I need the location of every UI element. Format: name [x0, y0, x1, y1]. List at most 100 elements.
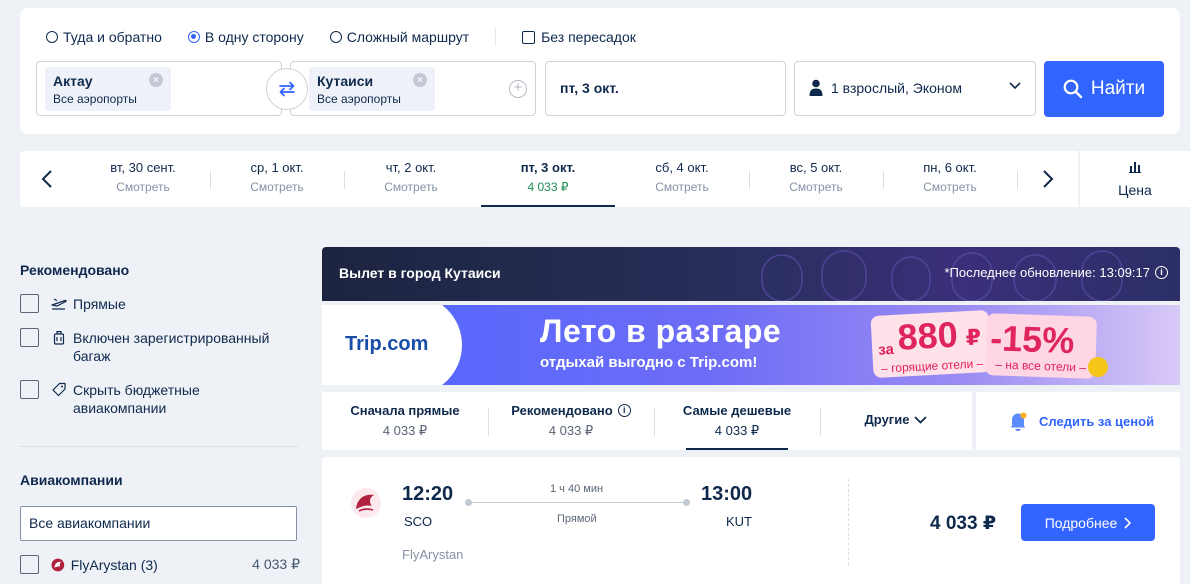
departure-time: 12:20 [402, 483, 454, 505]
chevron-left-icon [41, 170, 52, 188]
date-option-selected[interactable]: пт, 3 окт. 4 033 ₽ [481, 151, 615, 207]
sort-recommended[interactable]: Рекомендовано i 4 033 ₽ [488, 392, 654, 450]
filters-sidebar: Рекомендовано Прямые Включен зарегистрир… [20, 262, 300, 574]
date-value: пт, 3 окт. [560, 80, 619, 96]
swap-cities-button[interactable] [266, 68, 308, 110]
flight-duration: 1 ч 40 мин [550, 483, 604, 495]
destination-airports: Все аэропорты [317, 92, 401, 106]
swap-icon [279, 81, 295, 97]
date-field[interactable]: пт, 3 окт. [545, 61, 786, 116]
prev-dates-button[interactable] [34, 165, 60, 193]
checkbox-icon [20, 555, 39, 574]
airline-option[interactable]: FlyArystan (3) 4 033 ₽ [20, 555, 300, 574]
search-panel: Туда и обратно В одну сторону Сложный ма… [20, 8, 1180, 134]
route-line [468, 502, 686, 503]
trip-type-multicity[interactable]: Сложный маршрут [329, 29, 469, 45]
last-update: *Последнее обновление: 13:09:17 i [944, 265, 1168, 280]
filter-hide-budget[interactable]: Скрыть бюджетные авиакомпании [20, 380, 300, 417]
person-icon [809, 79, 823, 96]
flight-price: 4 033 ₽ [930, 513, 997, 534]
trip-type-round[interactable]: Туда и обратно [46, 29, 162, 45]
clear-origin-icon[interactable]: ✕ [148, 73, 163, 87]
radio-icon [329, 31, 342, 43]
checkbox-icon [20, 380, 39, 399]
sort-cheapest[interactable]: Самые дешевые 4 033 ₽ [654, 392, 820, 450]
flyarystan-logo-icon [351, 488, 381, 518]
trip-com-logo: Trip.com [345, 333, 429, 355]
chevron-right-icon [1124, 516, 1132, 529]
divider [848, 479, 849, 565]
departure-airport: SCO [404, 514, 433, 529]
date-option[interactable]: пн, 6 окт. Смотреть [883, 151, 1017, 207]
date-option[interactable]: чт, 2 окт. Смотреть [344, 151, 478, 207]
arrival-time: 13:00 [701, 483, 753, 505]
banner-title: Вылет в город Кутаиси [339, 265, 501, 281]
chevron-down-icon [914, 415, 928, 424]
destination-field[interactable]: Кутаиси Все аэропорты ✕ + [290, 61, 536, 116]
track-price-button[interactable]: Следить за ценой [976, 392, 1180, 450]
stops-info: Прямой [557, 513, 597, 525]
filter-baggage[interactable]: Включен зарегистрированный багаж [20, 328, 300, 365]
route-start-dot [465, 499, 472, 506]
origin-city: Актау [53, 73, 93, 89]
clear-destination-icon[interactable]: ✕ [412, 73, 427, 87]
route-end-dot [683, 499, 690, 506]
bar-chart-icon [1129, 162, 1141, 173]
flyarystan-logo-icon [51, 558, 65, 571]
date-option[interactable]: сб, 4 окт. Смотреть [615, 151, 749, 207]
search-button[interactable]: Найти [1044, 61, 1164, 117]
filter-section-title: Рекомендовано [20, 262, 130, 278]
passengers-value: 1 взрослый, Эконом [831, 80, 963, 96]
checkbox-icon [20, 328, 39, 347]
date-option[interactable]: вт, 30 сент. Смотреть [76, 151, 210, 207]
coin-icon [1088, 357, 1108, 377]
flight-card[interactable]: 12:20 SCO 1 ч 40 мин Прямой 13:00 KUT Fl… [322, 457, 1180, 584]
sort-direct-first[interactable]: Сначала прямые 4 033 ₽ [322, 392, 488, 450]
checkbox-icon [522, 30, 536, 44]
info-icon[interactable]: i [617, 404, 631, 417]
chevron-down-icon [1009, 82, 1021, 90]
date-strip: вт, 30 сент. Смотреть ср, 1 окт. Смотрет… [20, 151, 1078, 207]
origin-chip: Актау Все аэропорты ✕ [45, 67, 171, 111]
luggage-icon [53, 331, 65, 345]
divider [20, 446, 298, 447]
checkbox-icon [20, 294, 39, 313]
search-icon [1063, 79, 1083, 99]
nonstop-checkbox[interactable]: Без пересадок [522, 29, 636, 45]
sort-other[interactable]: Другие [820, 392, 972, 450]
radio-icon [46, 31, 58, 43]
airlines-select[interactable]: Все авиакомпании [20, 506, 297, 541]
trip-type-selector: Туда и обратно В одну сторону Сложный ма… [46, 28, 636, 46]
sort-tabs: Сначала прямые 4 033 ₽ Рекомендовано i 4 … [322, 392, 972, 450]
origin-field[interactable]: Актау Все аэропорты ✕ [36, 61, 282, 116]
bell-icon [1010, 412, 1027, 431]
filter-direct[interactable]: Прямые [20, 294, 300, 313]
next-dates-button[interactable] [1035, 165, 1061, 193]
destination-chip: Кутаиси Все аэропорты ✕ [309, 67, 435, 111]
divider [1017, 171, 1018, 189]
destination-city: Кутаиси [317, 73, 374, 89]
info-icon[interactable]: i [1155, 266, 1168, 279]
ad-discount-badge: -15% – на все отели – [984, 313, 1098, 379]
trip-type-oneway[interactable]: В одну сторону [187, 29, 304, 45]
destination-banner: Вылет в город Кутаиси *Последнее обновле… [322, 247, 1180, 301]
details-button[interactable]: Подробнее [1021, 504, 1155, 541]
origin-airports: Все аэропорты [53, 92, 137, 106]
price-chart-tab[interactable]: Цена [1080, 151, 1190, 207]
radio-checked-icon [187, 31, 200, 43]
divider [495, 28, 497, 46]
ad-headline: Лето в разгаре [540, 313, 782, 349]
filter-section-title: Авиакомпании [20, 472, 123, 488]
chevron-right-icon [1043, 170, 1054, 188]
date-option[interactable]: вс, 5 окт. Смотреть [749, 151, 883, 207]
ad-subline: отдыхай выгодно с Trip.com! [540, 354, 758, 371]
date-option[interactable]: ср, 1 окт. Смотреть [210, 151, 344, 207]
tag-icon [52, 382, 66, 397]
plane-icon [51, 298, 67, 310]
airline-name: FlyArystan [402, 547, 464, 562]
ad-hotels-badge: за 880 ₽ – горящие отели – [870, 309, 992, 379]
passengers-field[interactable]: 1 взрослый, Эконом [794, 61, 1036, 116]
arrival-airport: KUT [726, 514, 752, 529]
add-destination-icon[interactable]: + [509, 80, 527, 98]
trip-com-ad[interactable]: Trip.com Лето в разгаре отдыхай выгодно … [322, 305, 1180, 385]
